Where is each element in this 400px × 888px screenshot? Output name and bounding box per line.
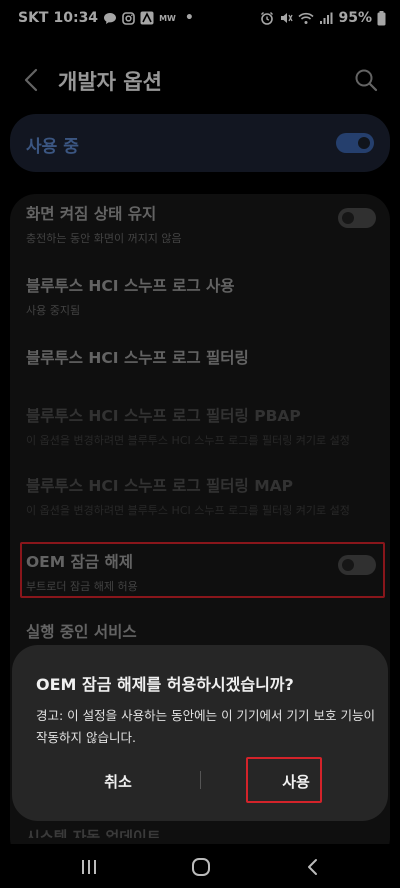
nav-back-button[interactable]	[298, 852, 328, 882]
confirm-highlight-box	[246, 757, 322, 803]
oem-unlock-confirm-dialog: OEM 잠금 해제를 허용하시겠습니까? 경고: 이 설정을 사용하는 동안에는…	[12, 645, 388, 821]
button-divider	[200, 771, 201, 789]
navigation-bar	[0, 844, 400, 888]
home-icon	[192, 858, 210, 876]
back-arrow-icon	[308, 859, 317, 875]
dialog-title: OEM 잠금 해제를 허용하시겠습니까?	[36, 675, 294, 694]
dialog-message: 경고: 이 설정을 사용하는 동안에는 이 기기에서 기기 보호 기능이 작동하…	[36, 708, 375, 745]
cancel-button[interactable]: 취소	[58, 763, 178, 799]
recents-icon	[82, 860, 96, 874]
recents-button[interactable]	[74, 852, 104, 882]
home-button[interactable]	[186, 852, 216, 882]
